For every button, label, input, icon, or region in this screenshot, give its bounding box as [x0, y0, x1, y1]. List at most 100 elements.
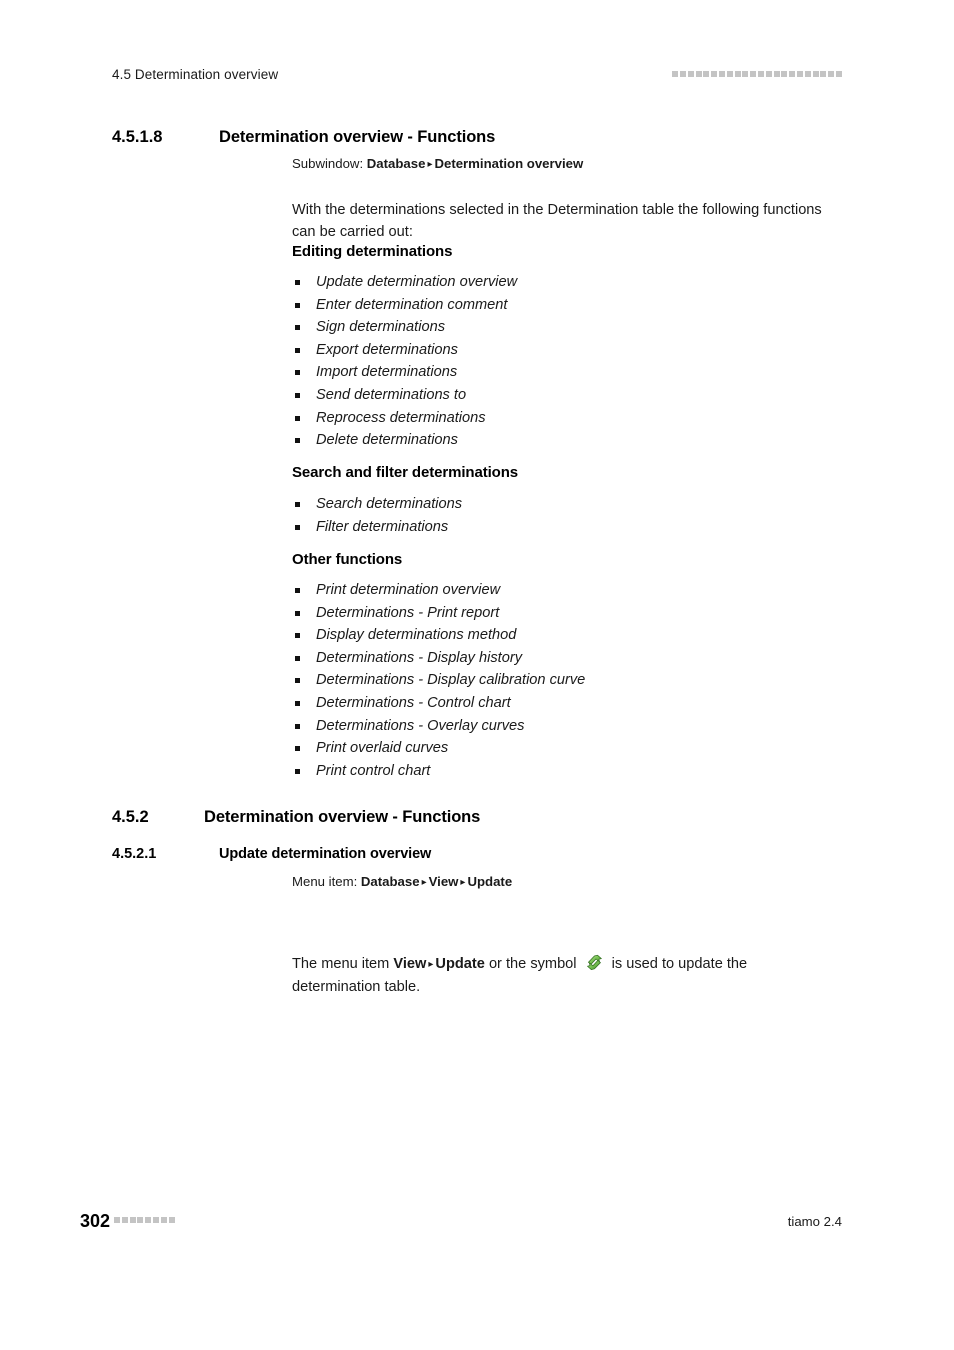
decoration-square [804, 71, 811, 77]
list-item[interactable]: Enter determination comment [292, 294, 852, 317]
paragraph-text-part-2: or the symbol [484, 955, 581, 972]
footer-product-name: tiamo 2.4 [787, 1214, 842, 1229]
decoration-square [828, 71, 835, 77]
decoration-square [719, 71, 726, 77]
menu-item-label: Menu item: [292, 874, 358, 889]
refresh-update-icon [586, 954, 603, 971]
decoration-square [672, 71, 679, 77]
running-header-title: 4.5 Determination overview [112, 67, 279, 82]
list-item-label: Filter determinations [316, 518, 449, 535]
list-item[interactable]: Determinations - Display calibration cur… [292, 669, 852, 692]
list-item-label: Search determinations [316, 496, 463, 512]
list-item-label: Export determinations [316, 341, 458, 358]
list-item[interactable]: Print overlaid curves [292, 737, 852, 760]
list-item[interactable]: Update determination overview [292, 271, 852, 294]
list-item-label: Print determination overview [316, 582, 501, 598]
bullet-square-icon [295, 502, 300, 507]
list-item-label: Determinations - Overlay curves [316, 717, 525, 734]
breadcrumb-arrow-icon: ▸ [421, 877, 427, 888]
bullet-square-icon [295, 524, 300, 530]
decoration-square [812, 71, 819, 77]
list-item[interactable]: Determinations - Control chart [292, 692, 852, 715]
decoration-square [711, 71, 718, 77]
list-item-label: Print control chart [316, 762, 431, 779]
menu-view-bold: View [393, 955, 427, 972]
page-running-header: 4.5 Determination overview [112, 66, 842, 88]
decoration-square [836, 71, 842, 77]
header-decoration-marks [672, 71, 842, 77]
list-item-label: Print overlaid curves [316, 740, 449, 757]
bullet-square-icon [295, 678, 300, 684]
decoration-square [742, 71, 749, 77]
subwindow-label: Subwindow: [292, 156, 364, 171]
decoration-square [750, 71, 757, 77]
list-item[interactable]: Search determinations [292, 493, 852, 516]
decoration-square [687, 71, 694, 77]
bullet-square-icon [295, 723, 300, 729]
decoration-square [680, 71, 687, 77]
list-item[interactable]: Export determinations [292, 339, 852, 362]
heading-4-5-1-8-title: Determination overview - Functions [219, 128, 496, 146]
bullet-square-icon [295, 746, 300, 752]
list-item[interactable]: Determinations - Print report [292, 602, 852, 625]
heading-4-5-1-8: 4.5.1.8 Determination overview - Functio… [112, 128, 842, 147]
list-item[interactable]: Print control chart [292, 760, 852, 783]
heading-4-5-2: 4.5.2 Determination overview - Functions [112, 808, 842, 827]
list-item[interactable]: Reprocess determinations [292, 407, 852, 430]
list-item[interactable]: Delete determinations [292, 429, 852, 452]
list-item[interactable]: Determinations - Display history [292, 647, 852, 670]
decoration-square [734, 71, 741, 77]
footer-decoration-marks [114, 1217, 175, 1223]
update-description-paragraph: The menu item View ▸ Update or the symbol … [292, 953, 832, 999]
bullet-square-icon [295, 370, 300, 376]
decoration-square [160, 1217, 167, 1223]
list-item-label: Determinations - Display history [316, 649, 523, 666]
bullet-square-icon [295, 347, 300, 353]
decoration-square [820, 71, 827, 77]
bullet-square-icon [295, 633, 300, 639]
subwindow-path-item-1: Database [366, 156, 426, 171]
decoration-square [765, 71, 772, 77]
bullet-square-icon [295, 588, 300, 593]
bullet-square-icon [295, 438, 300, 444]
list-item-label: Update determination overview [316, 274, 518, 290]
bullet-square-icon [295, 392, 300, 398]
group-heading-other-functions: Other functions [292, 551, 403, 568]
list-item[interactable]: Display determinations method [292, 624, 852, 647]
list-item[interactable]: Determinations - Overlay curves [292, 715, 852, 738]
group-heading-editing-determinations: Editing determinations [292, 243, 453, 260]
list-item[interactable]: Print determination overview [292, 579, 852, 602]
list-item[interactable]: Send determinations to [292, 384, 852, 407]
decoration-square [695, 71, 702, 77]
bullet-square-icon [295, 415, 300, 421]
bullet-square-icon [295, 655, 300, 661]
decoration-square [703, 71, 710, 77]
menu-path-item-2: View [428, 874, 459, 889]
heading-4-5-2-title: Determination overview - Functions [204, 808, 481, 826]
list-item-label: Sign determinations [316, 319, 445, 336]
decoration-square [797, 71, 804, 77]
bullet-square-icon [295, 768, 300, 774]
list-item-label: Determinations - Control chart [316, 694, 511, 711]
bullet-square-icon [295, 302, 300, 308]
group-heading-search-and-filter-determinations: Search and filter determinations [292, 464, 519, 481]
decoration-square [145, 1217, 152, 1223]
menu-path-item-1: Database [360, 874, 420, 889]
heading-4-5-2-1-title: Update determination overview [219, 846, 432, 862]
list-item-label: Reprocess determinations [316, 409, 486, 426]
list-search-and-filter-determinations: Search determinations Filter determinati… [292, 493, 852, 538]
bullet-square-icon [295, 325, 300, 331]
list-item-label: Delete determinations [316, 432, 458, 449]
subwindow-path-item-2: Determination overview [434, 156, 584, 171]
bullet-square-icon [295, 610, 300, 616]
heading-4-5-2-1: 4.5.2.1 Update determination overview [112, 846, 842, 862]
list-item[interactable]: Import determinations [292, 361, 852, 384]
bullet-square-icon [295, 280, 300, 285]
heading-4-5-2-number: 4.5.2 [112, 808, 149, 826]
list-item[interactable]: Sign determinations [292, 316, 852, 339]
intro-paragraph: With the determinations selected in the … [292, 201, 822, 241]
decoration-square [129, 1217, 136, 1223]
list-item[interactable]: Filter determinations [292, 516, 852, 539]
heading-4-5-2-1-number: 4.5.2.1 [112, 846, 157, 862]
menu-item-breadcrumb: Menu item: Database ▸ View ▸ Update [292, 873, 512, 892]
